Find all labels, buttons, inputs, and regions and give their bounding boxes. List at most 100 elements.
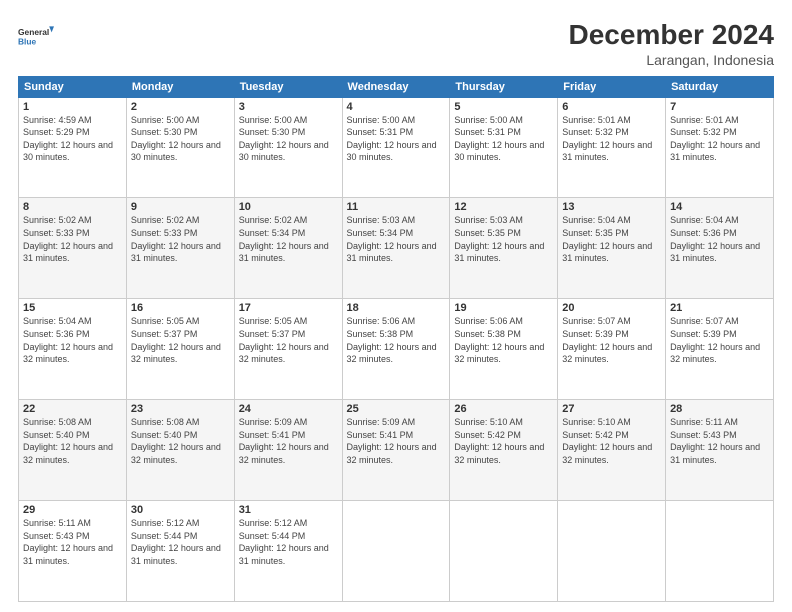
day-info: Sunrise: 5:09 AM Sunset: 5:41 PM Dayligh… bbox=[239, 416, 338, 466]
title-block: December 2024 Larangan, Indonesia bbox=[569, 18, 774, 68]
calendar-week-3: 15 Sunrise: 5:04 AM Sunset: 5:36 PM Dayl… bbox=[19, 299, 774, 400]
day-number: 2 bbox=[131, 101, 230, 113]
col-header-friday: Friday bbox=[558, 76, 666, 97]
day-number: 1 bbox=[23, 101, 122, 113]
day-info: Sunrise: 5:00 AM Sunset: 5:31 PM Dayligh… bbox=[347, 114, 446, 164]
calendar-cell: 15 Sunrise: 5:04 AM Sunset: 5:36 PM Dayl… bbox=[19, 299, 127, 400]
day-info: Sunrise: 5:00 AM Sunset: 5:30 PM Dayligh… bbox=[131, 114, 230, 164]
day-info: Sunrise: 5:08 AM Sunset: 5:40 PM Dayligh… bbox=[23, 416, 122, 466]
day-number: 26 bbox=[454, 403, 553, 415]
day-info: Sunrise: 5:06 AM Sunset: 5:38 PM Dayligh… bbox=[347, 315, 446, 365]
day-number: 29 bbox=[23, 504, 122, 516]
day-number: 12 bbox=[454, 201, 553, 213]
calendar-cell bbox=[342, 501, 450, 602]
day-info: Sunrise: 5:04 AM Sunset: 5:36 PM Dayligh… bbox=[670, 214, 769, 264]
calendar-cell: 10 Sunrise: 5:02 AM Sunset: 5:34 PM Dayl… bbox=[234, 198, 342, 299]
col-header-tuesday: Tuesday bbox=[234, 76, 342, 97]
day-number: 31 bbox=[239, 504, 338, 516]
calendar-cell: 8 Sunrise: 5:02 AM Sunset: 5:33 PM Dayli… bbox=[19, 198, 127, 299]
day-info: Sunrise: 5:07 AM Sunset: 5:39 PM Dayligh… bbox=[670, 315, 769, 365]
day-number: 14 bbox=[670, 201, 769, 213]
page: General Blue December 2024 Larangan, Ind… bbox=[0, 0, 792, 612]
calendar-cell: 28 Sunrise: 5:11 AM Sunset: 5:43 PM Dayl… bbox=[666, 400, 774, 501]
day-info: Sunrise: 4:59 AM Sunset: 5:29 PM Dayligh… bbox=[23, 114, 122, 164]
day-number: 9 bbox=[131, 201, 230, 213]
calendar-cell: 29 Sunrise: 5:11 AM Sunset: 5:43 PM Dayl… bbox=[19, 501, 127, 602]
calendar-cell: 24 Sunrise: 5:09 AM Sunset: 5:41 PM Dayl… bbox=[234, 400, 342, 501]
calendar-cell: 16 Sunrise: 5:05 AM Sunset: 5:37 PM Dayl… bbox=[126, 299, 234, 400]
calendar-week-5: 29 Sunrise: 5:11 AM Sunset: 5:43 PM Dayl… bbox=[19, 501, 774, 602]
subtitle: Larangan, Indonesia bbox=[569, 52, 774, 68]
calendar-cell: 3 Sunrise: 5:00 AM Sunset: 5:30 PM Dayli… bbox=[234, 97, 342, 198]
col-header-monday: Monday bbox=[126, 76, 234, 97]
calendar-cell: 21 Sunrise: 5:07 AM Sunset: 5:39 PM Dayl… bbox=[666, 299, 774, 400]
day-number: 19 bbox=[454, 302, 553, 314]
svg-text:Blue: Blue bbox=[18, 36, 37, 46]
generalblue-logo-icon: General Blue bbox=[18, 18, 54, 54]
day-info: Sunrise: 5:02 AM Sunset: 5:34 PM Dayligh… bbox=[239, 214, 338, 264]
col-header-sunday: Sunday bbox=[19, 76, 127, 97]
calendar-cell: 4 Sunrise: 5:00 AM Sunset: 5:31 PM Dayli… bbox=[342, 97, 450, 198]
calendar-cell: 17 Sunrise: 5:05 AM Sunset: 5:37 PM Dayl… bbox=[234, 299, 342, 400]
day-number: 17 bbox=[239, 302, 338, 314]
day-info: Sunrise: 5:12 AM Sunset: 5:44 PM Dayligh… bbox=[131, 517, 230, 567]
calendar-table: SundayMondayTuesdayWednesdayThursdayFrid… bbox=[18, 76, 774, 602]
calendar-cell: 22 Sunrise: 5:08 AM Sunset: 5:40 PM Dayl… bbox=[19, 400, 127, 501]
day-info: Sunrise: 5:10 AM Sunset: 5:42 PM Dayligh… bbox=[562, 416, 661, 466]
calendar-week-4: 22 Sunrise: 5:08 AM Sunset: 5:40 PM Dayl… bbox=[19, 400, 774, 501]
day-number: 4 bbox=[347, 101, 446, 113]
day-info: Sunrise: 5:08 AM Sunset: 5:40 PM Dayligh… bbox=[131, 416, 230, 466]
calendar-cell: 14 Sunrise: 5:04 AM Sunset: 5:36 PM Dayl… bbox=[666, 198, 774, 299]
day-number: 16 bbox=[131, 302, 230, 314]
day-info: Sunrise: 5:01 AM Sunset: 5:32 PM Dayligh… bbox=[670, 114, 769, 164]
day-number: 11 bbox=[347, 201, 446, 213]
day-number: 22 bbox=[23, 403, 122, 415]
day-number: 15 bbox=[23, 302, 122, 314]
calendar-cell bbox=[450, 501, 558, 602]
day-number: 10 bbox=[239, 201, 338, 213]
day-info: Sunrise: 5:00 AM Sunset: 5:31 PM Dayligh… bbox=[454, 114, 553, 164]
day-number: 30 bbox=[131, 504, 230, 516]
calendar-header-row: SundayMondayTuesdayWednesdayThursdayFrid… bbox=[19, 76, 774, 97]
day-info: Sunrise: 5:02 AM Sunset: 5:33 PM Dayligh… bbox=[131, 214, 230, 264]
day-info: Sunrise: 5:04 AM Sunset: 5:36 PM Dayligh… bbox=[23, 315, 122, 365]
day-info: Sunrise: 5:05 AM Sunset: 5:37 PM Dayligh… bbox=[131, 315, 230, 365]
day-number: 13 bbox=[562, 201, 661, 213]
day-number: 23 bbox=[131, 403, 230, 415]
calendar-cell bbox=[666, 501, 774, 602]
day-info: Sunrise: 5:11 AM Sunset: 5:43 PM Dayligh… bbox=[670, 416, 769, 466]
day-number: 3 bbox=[239, 101, 338, 113]
calendar-cell: 1 Sunrise: 4:59 AM Sunset: 5:29 PM Dayli… bbox=[19, 97, 127, 198]
day-info: Sunrise: 5:09 AM Sunset: 5:41 PM Dayligh… bbox=[347, 416, 446, 466]
day-number: 8 bbox=[23, 201, 122, 213]
day-number: 27 bbox=[562, 403, 661, 415]
main-title: December 2024 bbox=[569, 18, 774, 52]
day-number: 20 bbox=[562, 302, 661, 314]
day-info: Sunrise: 5:02 AM Sunset: 5:33 PM Dayligh… bbox=[23, 214, 122, 264]
day-info: Sunrise: 5:00 AM Sunset: 5:30 PM Dayligh… bbox=[239, 114, 338, 164]
calendar-cell: 20 Sunrise: 5:07 AM Sunset: 5:39 PM Dayl… bbox=[558, 299, 666, 400]
calendar-cell: 23 Sunrise: 5:08 AM Sunset: 5:40 PM Dayl… bbox=[126, 400, 234, 501]
calendar-cell: 9 Sunrise: 5:02 AM Sunset: 5:33 PM Dayli… bbox=[126, 198, 234, 299]
calendar-cell: 2 Sunrise: 5:00 AM Sunset: 5:30 PM Dayli… bbox=[126, 97, 234, 198]
calendar-cell: 30 Sunrise: 5:12 AM Sunset: 5:44 PM Dayl… bbox=[126, 501, 234, 602]
day-number: 7 bbox=[670, 101, 769, 113]
day-number: 18 bbox=[347, 302, 446, 314]
calendar-cell: 26 Sunrise: 5:10 AM Sunset: 5:42 PM Dayl… bbox=[450, 400, 558, 501]
day-info: Sunrise: 5:04 AM Sunset: 5:35 PM Dayligh… bbox=[562, 214, 661, 264]
calendar-cell: 18 Sunrise: 5:06 AM Sunset: 5:38 PM Dayl… bbox=[342, 299, 450, 400]
calendar-week-1: 1 Sunrise: 4:59 AM Sunset: 5:29 PM Dayli… bbox=[19, 97, 774, 198]
day-number: 6 bbox=[562, 101, 661, 113]
day-info: Sunrise: 5:12 AM Sunset: 5:44 PM Dayligh… bbox=[239, 517, 338, 567]
calendar-cell: 7 Sunrise: 5:01 AM Sunset: 5:32 PM Dayli… bbox=[666, 97, 774, 198]
col-header-wednesday: Wednesday bbox=[342, 76, 450, 97]
day-info: Sunrise: 5:11 AM Sunset: 5:43 PM Dayligh… bbox=[23, 517, 122, 567]
col-header-thursday: Thursday bbox=[450, 76, 558, 97]
day-info: Sunrise: 5:01 AM Sunset: 5:32 PM Dayligh… bbox=[562, 114, 661, 164]
svg-text:General: General bbox=[18, 27, 49, 37]
calendar-cell: 12 Sunrise: 5:03 AM Sunset: 5:35 PM Dayl… bbox=[450, 198, 558, 299]
col-header-saturday: Saturday bbox=[666, 76, 774, 97]
calendar-cell bbox=[558, 501, 666, 602]
calendar-cell: 5 Sunrise: 5:00 AM Sunset: 5:31 PM Dayli… bbox=[450, 97, 558, 198]
day-number: 5 bbox=[454, 101, 553, 113]
